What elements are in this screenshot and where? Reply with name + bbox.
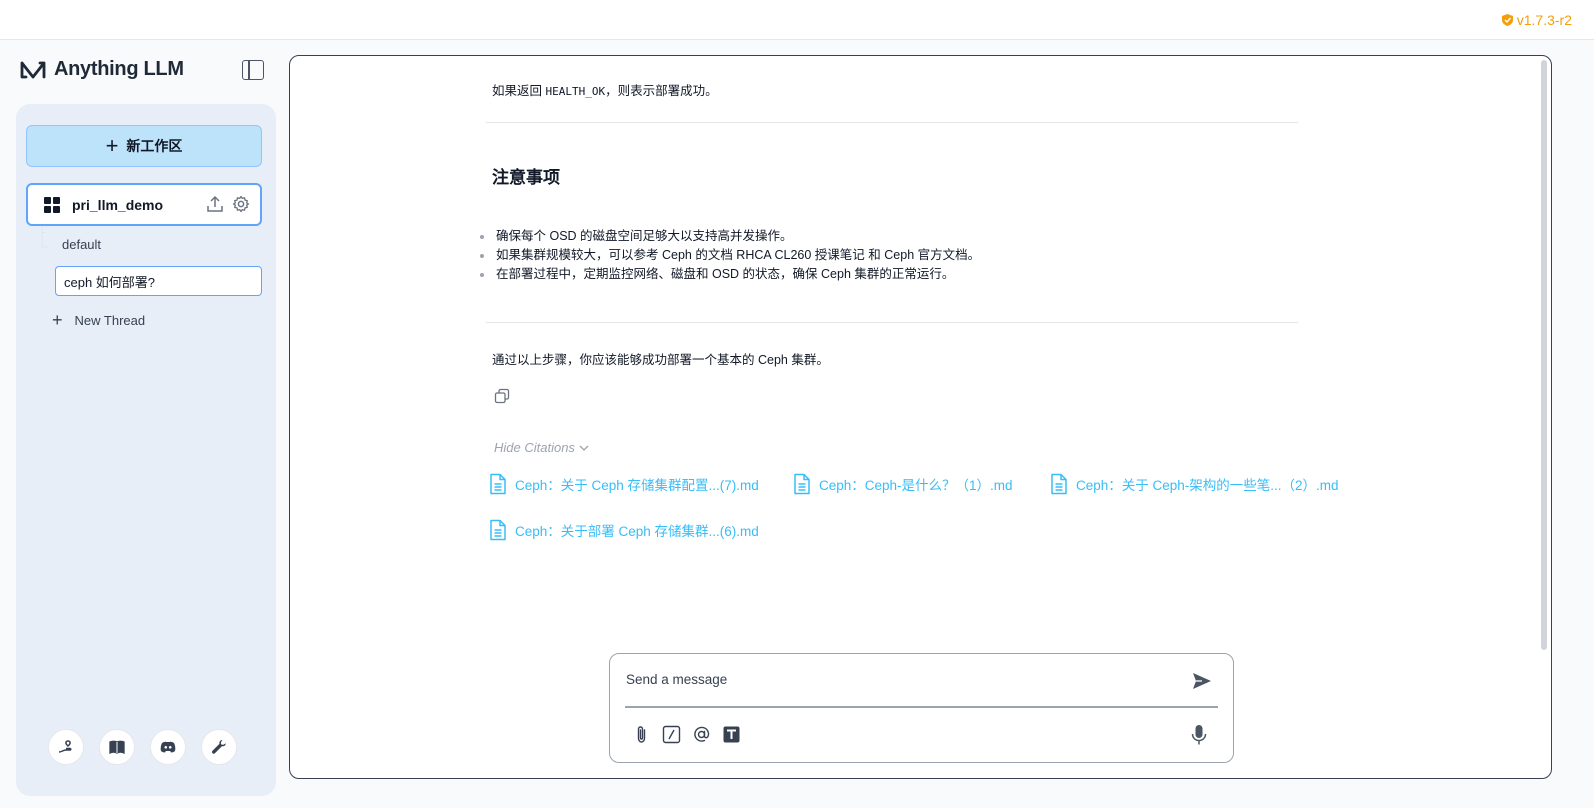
divider bbox=[486, 322, 1298, 323]
slash-command-icon[interactable] bbox=[662, 725, 681, 744]
citation-link[interactable]: Ceph：关于 Ceph-架构的一些笔...（2）.md bbox=[1050, 473, 1339, 495]
gear-icon[interactable] bbox=[232, 195, 250, 213]
citation-link[interactable]: Ceph：关于部署 Ceph 存储集群...(6).md bbox=[489, 519, 759, 541]
sidebar-toggle-icon[interactable] bbox=[242, 60, 264, 80]
notes-list: 确保每个 OSD 的磁盘空间足够大以支持高并发操作。 如果集群规模较大，可以参考… bbox=[478, 227, 980, 284]
anything-llm-logo-icon bbox=[20, 61, 46, 78]
hide-citations-label: Hide Citations bbox=[494, 440, 575, 455]
health-code: HEALTH_OK bbox=[545, 85, 606, 98]
chat-panel: 如果返回 HEALTH_OK，则表示部署成功。 注意事项 确保每个 OSD 的磁… bbox=[289, 55, 1552, 779]
health-suffix: ，则表示部署成功。 bbox=[605, 84, 718, 98]
wrench-icon bbox=[211, 740, 226, 754]
docs-button[interactable] bbox=[99, 729, 135, 765]
plus-icon: + bbox=[105, 133, 119, 158]
thread-item-active[interactable]: ceph 如何部署? bbox=[55, 266, 262, 296]
thread-label: ceph 如何部署? bbox=[64, 274, 156, 290]
workspace-name: pri_llm_demo bbox=[72, 196, 164, 213]
chat-scrollbar[interactable] bbox=[1541, 60, 1547, 650]
citation-link[interactable]: Ceph：Ceph-是什么？（1）.md bbox=[793, 473, 1013, 495]
microphone-icon[interactable] bbox=[1189, 724, 1209, 746]
at-mention-icon[interactable] bbox=[692, 725, 711, 744]
citation-label: Ceph：Ceph-是什么？（1）.md bbox=[819, 478, 1013, 493]
section-heading: 注意事项 bbox=[492, 168, 560, 187]
citation-label: Ceph：关于部署 Ceph 存储集群...(6).md bbox=[515, 524, 759, 539]
logo-text: Anything LLM bbox=[54, 58, 184, 80]
health-check-line: 如果返回 HEALTH_OK，则表示部署成功。 bbox=[492, 80, 718, 99]
docs-book-icon bbox=[109, 740, 125, 755]
discord-icon bbox=[160, 741, 176, 753]
shield-icon bbox=[1501, 14, 1513, 26]
workspace-item[interactable]: pri_llm_demo bbox=[26, 183, 262, 226]
new-thread-button[interactable]: + New Thread bbox=[52, 311, 145, 329]
version-text: v1.7.3-r2 bbox=[1516, 12, 1572, 28]
plus-icon: + bbox=[52, 310, 63, 330]
citation-link[interactable]: Ceph：关于 Ceph 存储集群配置...(7).md bbox=[489, 473, 759, 495]
discord-button[interactable] bbox=[150, 729, 186, 765]
version-badge: v1.7.3-r2 bbox=[1501, 12, 1572, 28]
thread-item-default[interactable]: default bbox=[62, 237, 101, 252]
top-bar: v1.7.3-r2 bbox=[0, 0, 1594, 40]
divider bbox=[486, 122, 1298, 123]
support-button[interactable] bbox=[48, 729, 84, 765]
sidebar: + 新工作区 pri_llm_demo bbox=[16, 104, 276, 796]
document-icon bbox=[794, 473, 810, 495]
send-icon[interactable] bbox=[1191, 670, 1213, 692]
list-item: 如果集群规模较大，可以参考 Ceph 的文档 RHCA CL260 授课笔记 和… bbox=[478, 246, 980, 265]
conclusion-text: 通过以上步骤，你应该能够成功部署一个基本的 Ceph 集群。 bbox=[492, 353, 829, 367]
text-size-icon[interactable] bbox=[722, 725, 741, 744]
new-thread-label: New Thread bbox=[74, 312, 146, 328]
chevron-down-icon bbox=[579, 445, 589, 451]
message-composer bbox=[609, 653, 1234, 763]
copy-icon[interactable] bbox=[494, 388, 510, 404]
message-input[interactable] bbox=[626, 668, 1186, 690]
hide-citations-toggle[interactable]: Hide Citations bbox=[494, 440, 589, 455]
support-icon bbox=[58, 740, 72, 753]
app-logo: Anything LLM bbox=[20, 58, 184, 81]
citation-label: Ceph：关于 Ceph 存储集群配置...(7).md bbox=[515, 478, 759, 493]
document-icon bbox=[490, 473, 506, 495]
document-icon bbox=[490, 519, 506, 541]
new-workspace-label: 新工作区 bbox=[126, 138, 183, 154]
list-item: 在部署过程中，定期监控网络、磁盘和 OSD 的状态，确保 Ceph 集群的正常运… bbox=[478, 265, 980, 284]
upload-icon[interactable] bbox=[206, 195, 224, 213]
composer-divider bbox=[625, 706, 1218, 708]
thread-tree-connector bbox=[41, 226, 49, 248]
new-workspace-button[interactable]: + 新工作区 bbox=[26, 125, 262, 167]
health-prefix: 如果返回 bbox=[492, 84, 546, 98]
paperclip-icon[interactable] bbox=[632, 725, 651, 744]
sidebar-footer bbox=[48, 729, 237, 765]
citation-label: Ceph：关于 Ceph-架构的一些笔...（2）.md bbox=[1076, 478, 1339, 493]
settings-button[interactable] bbox=[201, 729, 237, 765]
composer-toolbar bbox=[632, 725, 741, 744]
workspace-grid-icon bbox=[44, 196, 60, 213]
list-item: 确保每个 OSD 的磁盘空间足够大以支持高并发操作。 bbox=[478, 227, 980, 246]
document-icon bbox=[1051, 473, 1067, 495]
